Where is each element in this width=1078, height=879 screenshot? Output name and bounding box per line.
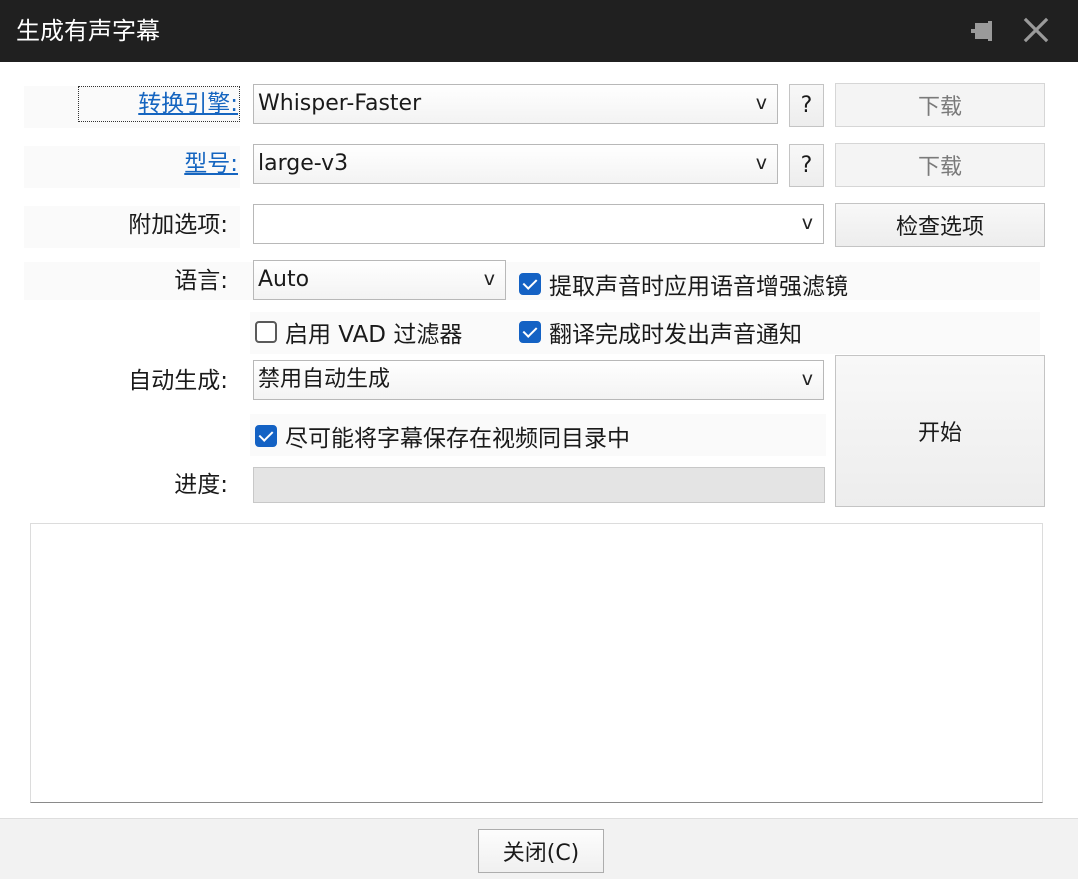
log-output[interactable] bbox=[30, 523, 1043, 803]
engine-select[interactable]: Whisper-Faster v bbox=[253, 84, 778, 124]
auto-generate-select[interactable]: 禁用自动生成 v bbox=[253, 360, 824, 400]
chevron-down-icon: v bbox=[755, 92, 767, 114]
auto-generate-value: 禁用自动生成 bbox=[258, 367, 391, 392]
close-icon[interactable] bbox=[1020, 14, 1052, 46]
title-bar: 生成有声字幕 bbox=[0, 0, 1078, 62]
progress-label: 进度: bbox=[174, 472, 228, 498]
chevron-down-icon: v bbox=[483, 268, 495, 290]
progress-bar bbox=[253, 467, 825, 503]
notify-sound-checkbox[interactable]: 翻译完成时发出声音通知 bbox=[519, 316, 802, 348]
check-options-button[interactable]: 检查选项 bbox=[835, 203, 1045, 247]
extra-options-input[interactable]: v bbox=[253, 204, 824, 244]
model-download-button[interactable]: 下载 bbox=[835, 143, 1045, 187]
vad-filter-checkbox[interactable]: 启用 VAD 过滤器 bbox=[255, 316, 462, 348]
chevron-down-icon: v bbox=[801, 368, 813, 390]
model-select[interactable]: large-v3 v bbox=[253, 144, 778, 184]
model-label[interactable]: 型号: bbox=[80, 148, 238, 180]
language-label: 语言: bbox=[174, 268, 228, 294]
start-button[interactable]: 开始 bbox=[835, 355, 1045, 507]
window-title: 生成有声字幕 bbox=[16, 17, 160, 45]
language-value: Auto bbox=[258, 267, 310, 292]
checkbox-checked-icon bbox=[519, 273, 541, 295]
notify-sound-label: 翻译完成时发出声音通知 bbox=[549, 322, 802, 348]
engine-value: Whisper-Faster bbox=[258, 91, 422, 116]
language-select[interactable]: Auto v bbox=[253, 260, 506, 300]
auto-generate-label: 自动生成: bbox=[128, 368, 228, 394]
enhance-filter-checkbox[interactable]: 提取声音时应用语音增强滤镜 bbox=[519, 268, 848, 300]
engine-label[interactable]: 转换引擎: bbox=[78, 86, 240, 122]
extra-options-label: 附加选项: bbox=[128, 212, 228, 238]
chevron-down-icon: v bbox=[755, 152, 767, 174]
model-value: large-v3 bbox=[258, 151, 349, 176]
model-help-button[interactable]: ? bbox=[789, 144, 824, 187]
engine-download-button[interactable]: 下载 bbox=[835, 83, 1045, 127]
save-with-video-label: 尽可能将字幕保存在视频同目录中 bbox=[285, 426, 630, 452]
save-with-video-checkbox[interactable]: 尽可能将字幕保存在视频同目录中 bbox=[255, 420, 630, 452]
chevron-down-icon: v bbox=[801, 212, 813, 234]
checkbox-checked-icon bbox=[255, 425, 277, 447]
checkbox-checked-icon bbox=[519, 321, 541, 343]
engine-help-button[interactable]: ? bbox=[789, 84, 824, 127]
close-button[interactable]: 关闭(C) bbox=[478, 829, 604, 873]
checkbox-unchecked-icon bbox=[255, 321, 277, 343]
pin-icon[interactable] bbox=[966, 18, 996, 44]
enhance-filter-label: 提取声音时应用语音增强滤镜 bbox=[549, 274, 848, 300]
vad-filter-label: 启用 VAD 过滤器 bbox=[285, 322, 463, 348]
